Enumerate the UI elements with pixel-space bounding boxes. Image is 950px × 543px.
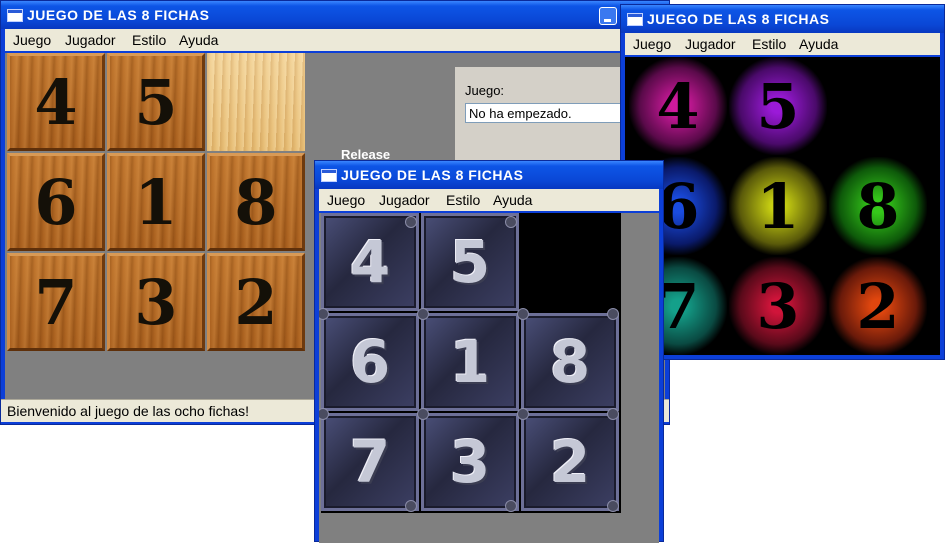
tile[interactable]: 4 — [629, 57, 727, 155]
bolt-icon — [405, 216, 417, 228]
metal-board: 4 5 6 1 8 7 3 2 — [319, 213, 621, 513]
tile[interactable]: 3 — [421, 413, 519, 511]
menu-juego[interactable]: Juego — [13, 32, 51, 48]
wood-board: 4 5 6 1 8 7 3 2 — [7, 53, 307, 353]
metal-titlebar[interactable]: JUEGO DE LAS 8 FICHAS — [315, 161, 663, 189]
menu-jugador[interactable]: Jugador — [685, 36, 736, 52]
menu-ayuda[interactable]: Ayuda — [179, 32, 218, 48]
neon-window: JUEGO DE LAS 8 FICHAS Juego Jugador Esti… — [620, 4, 945, 360]
wood-titlebar[interactable]: JUEGO DE LAS 8 FICHAS — [1, 1, 669, 29]
bolt-icon — [505, 216, 517, 228]
menu-ayuda[interactable]: Ayuda — [493, 192, 532, 208]
bolt-icon — [517, 408, 529, 420]
menu-juego[interactable]: Juego — [327, 192, 365, 208]
metal-menubar: Juego Jugador Estilo Ayuda — [319, 189, 659, 211]
bolt-icon — [517, 308, 529, 320]
window-icon — [7, 9, 23, 22]
neon-menubar: Juego Jugador Estilo Ayuda — [625, 33, 940, 55]
game-label: Juego: — [465, 83, 505, 98]
status-text: Bienvenido al juego de las ocho fichas! — [7, 403, 250, 419]
bolt-icon — [505, 500, 517, 512]
menu-jugador[interactable]: Jugador — [379, 192, 430, 208]
empty-tile[interactable] — [829, 57, 927, 155]
neon-titlebar[interactable]: JUEGO DE LAS 8 FICHAS — [621, 5, 944, 33]
tile[interactable]: 6 — [7, 153, 105, 251]
wood-menubar: Juego Jugador Estilo Ayuda — [5, 29, 665, 51]
menu-juego[interactable]: Juego — [633, 36, 671, 52]
menu-ayuda[interactable]: Ayuda — [799, 36, 838, 52]
neon-window-title: JUEGO DE LAS 8 FICHAS — [647, 11, 830, 27]
tile[interactable]: 1 — [421, 313, 519, 411]
bolt-icon — [417, 408, 429, 420]
tile[interactable]: 2 — [829, 257, 927, 355]
metal-client-area: 4 5 6 1 8 7 3 2 — [319, 213, 659, 543]
empty-tile[interactable] — [207, 53, 305, 151]
menu-estilo[interactable]: Estilo — [132, 32, 166, 48]
tile[interactable]: 3 — [729, 257, 827, 355]
empty-tile[interactable] — [521, 213, 619, 311]
neon-board: 4 5 6 1 8 7 3 2 — [629, 57, 929, 355]
tile[interactable]: 8 — [207, 153, 305, 251]
tile[interactable]: 4 — [7, 53, 105, 151]
tile[interactable]: 8 — [829, 157, 927, 255]
tile[interactable]: 6 — [321, 313, 419, 411]
bolt-icon — [607, 308, 619, 320]
metal-window-title: JUEGO DE LAS 8 FICHAS — [341, 167, 524, 183]
menu-estilo[interactable]: Estilo — [752, 36, 786, 52]
tile[interactable]: 3 — [107, 253, 205, 351]
tile[interactable]: 2 — [207, 253, 305, 351]
wood-window-title: JUEGO DE LAS 8 FICHAS — [27, 7, 210, 23]
minimize-button[interactable] — [599, 7, 617, 25]
window-icon — [321, 169, 337, 182]
tile[interactable]: 5 — [729, 57, 827, 155]
tile[interactable]: 8 — [521, 313, 619, 411]
menu-jugador[interactable]: Jugador — [65, 32, 116, 48]
menu-estilo[interactable]: Estilo — [446, 192, 480, 208]
bolt-icon — [607, 500, 619, 512]
tile[interactable]: 7 — [321, 413, 419, 511]
game-status-field[interactable]: No ha empezado. — [465, 103, 645, 123]
tile[interactable]: 7 — [7, 253, 105, 351]
bolt-icon — [607, 408, 619, 420]
tile[interactable]: 2 — [521, 413, 619, 511]
tile[interactable]: 1 — [729, 157, 827, 255]
tile[interactable]: 5 — [107, 53, 205, 151]
neon-client-area: 4 5 6 1 8 7 3 2 — [625, 57, 940, 355]
tile[interactable]: 4 — [321, 213, 419, 311]
minimize-icon — [604, 19, 611, 22]
bolt-icon — [405, 500, 417, 512]
tile[interactable]: 1 — [107, 153, 205, 251]
window-icon — [627, 13, 643, 26]
bolt-icon — [417, 308, 429, 320]
tile[interactable]: 5 — [421, 213, 519, 311]
metal-window: JUEGO DE LAS 8 FICHAS Juego Jugador Esti… — [314, 160, 664, 543]
